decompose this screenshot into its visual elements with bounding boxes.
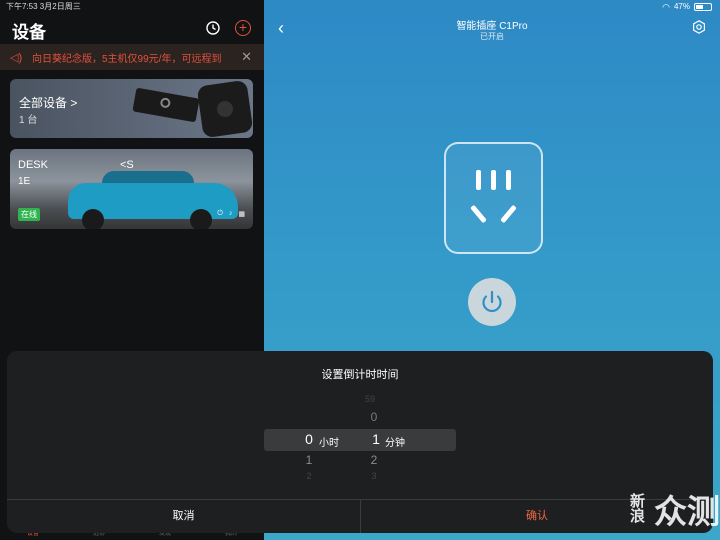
all-devices-label: 全部设备 > [19,96,78,110]
status-right: ◠ 47% [662,0,712,14]
minutes-unit: 分钟 [385,438,405,449]
status-bar: 下午7:53 3月2日周三 ◠ 47% [0,0,720,14]
power-button[interactable] [468,278,516,326]
minute-option[interactable]: 2 [359,453,389,467]
plug-device-image [196,79,253,138]
socket-pin [500,204,517,224]
close-icon[interactable]: ✕ [241,49,252,65]
socket-icon [444,142,543,254]
socket-pin [506,170,511,190]
device-name: DESK [18,159,48,171]
device-card-desk[interactable]: DESK <S 1E 在线 ⏻ ♪ ▦ [10,149,253,229]
power-icon [482,290,502,313]
sheet-title: 设置倒计时时间 [321,369,399,381]
all-devices-card[interactable]: 全部设备 > 1 台 [10,79,253,138]
battery-icon [694,3,712,11]
minute-option[interactable]: 0 [359,410,389,424]
car-wheel [82,209,104,229]
page-title: 设备 [12,23,46,42]
history-icon[interactable] [205,20,221,36]
countdown-sheet: 设置倒计时时间 59 0 0 小时 1 分钟 1 2 2 3 取消 确认 [7,351,713,533]
picker-highlight [264,429,456,451]
socket-pin [476,170,481,190]
device-sub: 1E [18,176,31,187]
device-state: 已开启 [480,32,504,41]
hours-unit: 小时 [319,438,339,449]
hour-option[interactable]: 2 [294,471,324,481]
device-title: 智能插座 C1Pro [456,21,528,32]
status-time: 下午7:53 3月2日周三 [6,2,81,11]
gateway-device-image [132,87,200,123]
cancel-button[interactable]: 取消 [7,500,360,533]
status-badge: 在线 [18,208,40,221]
promo-banner[interactable]: ◁) 向日葵纪念版，5主机仅99元/年，可远程到 ✕ [0,44,264,70]
all-devices-count: 1 台 [19,115,38,126]
settings-gear-icon[interactable] [692,20,706,34]
watermark-line1: 新浪 [630,493,646,525]
device-actions: ⏻ ♪ ▦ [217,210,245,218]
battery-percent: 47% [673,2,690,11]
bell-icon[interactable]: ♪ [229,210,233,218]
watermark-line2: 众测 [654,493,720,530]
add-device-icon[interactable]: + [235,20,251,36]
minute-option[interactable]: 59 [355,394,385,404]
hour-option[interactable]: 1 [294,453,324,467]
socket-pin [491,170,496,190]
car-wheel [190,209,212,229]
battery-fill [696,5,703,9]
device-name-tail: <S [120,159,134,171]
minute-option[interactable]: 3 [359,471,389,481]
wifi-icon: ◠ [662,2,670,12]
power-icon[interactable]: ⏻ [217,210,223,218]
windows-icon[interactable]: ▦ [238,210,245,218]
socket-pin [470,204,487,224]
speaker-icon: ◁) [10,51,23,64]
promo-text: 向日葵纪念版，5主机仅99元/年，可远程到 [32,53,222,65]
